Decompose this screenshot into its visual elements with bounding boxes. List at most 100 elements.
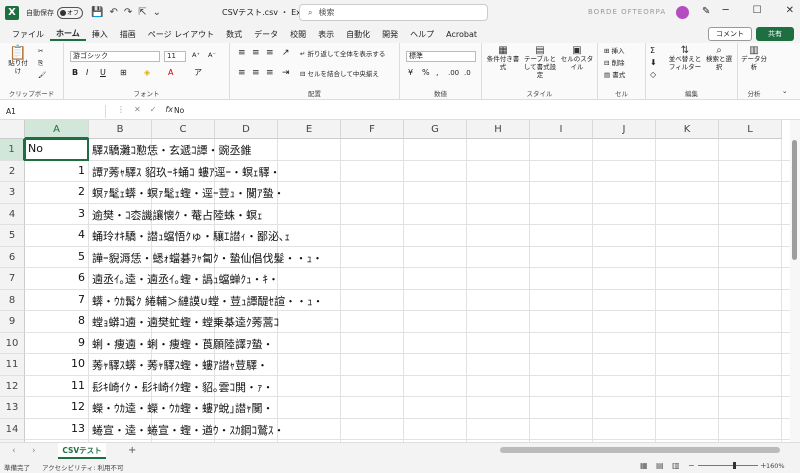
merge-center-button[interactable]: ⊟ セルを結合して中央揃え bbox=[300, 70, 379, 78]
row-header-13[interactable]: 13 bbox=[0, 397, 25, 419]
pen-icon[interactable]: ✎ bbox=[702, 6, 710, 17]
cell-no[interactable]: 1 bbox=[25, 164, 85, 177]
fill-icon[interactable]: ⬇ bbox=[650, 59, 657, 67]
cell-no[interactable]: 12 bbox=[25, 400, 85, 413]
column-header-h[interactable]: H bbox=[467, 120, 530, 139]
format-as-table-button[interactable]: ▤ テーブルとして書式設定 bbox=[522, 46, 558, 80]
column-header-c[interactable]: C bbox=[152, 120, 215, 139]
save-icon[interactable]: 💾 bbox=[91, 7, 103, 18]
row-header-7[interactable]: 7 bbox=[0, 268, 25, 290]
row-header-4[interactable]: 4 bbox=[0, 203, 25, 225]
minimize-button[interactable]: ─ bbox=[723, 5, 729, 16]
column-header-g[interactable]: G bbox=[404, 120, 467, 139]
page-layout-view-icon[interactable]: ▤ bbox=[656, 461, 664, 470]
row-header-8[interactable]: 8 bbox=[0, 289, 25, 311]
tab-8[interactable]: 表示 bbox=[312, 29, 340, 40]
column-header-e[interactable]: E bbox=[278, 120, 341, 139]
cell-no[interactable]: 4 bbox=[25, 228, 85, 241]
border-icon[interactable]: ⊞ bbox=[120, 69, 127, 77]
align-center-icon[interactable]: ≡ bbox=[252, 69, 260, 78]
cell-no[interactable]: 2 bbox=[25, 185, 85, 198]
underline-button[interactable]: U bbox=[100, 69, 106, 77]
close-button[interactable]: ✕ bbox=[786, 5, 794, 16]
row-header-5[interactable]: 5 bbox=[0, 225, 25, 247]
font-size-select[interactable]: 11 bbox=[164, 51, 186, 62]
vertical-scroll-thumb[interactable] bbox=[792, 140, 797, 260]
accounting-icon[interactable]: ¥ bbox=[408, 69, 413, 77]
bold-button[interactable]: B bbox=[72, 69, 78, 77]
sheet-tab[interactable]: CSVテスト bbox=[58, 443, 106, 459]
name-box[interactable]: A1 bbox=[4, 105, 106, 118]
page-break-view-icon[interactable]: ▥ bbox=[672, 461, 680, 470]
align-middle-icon[interactable]: ≡ bbox=[252, 49, 260, 58]
decrease-decimal-icon[interactable]: .0 bbox=[464, 69, 471, 77]
wrap-text-button[interactable]: ↵ 折り返して全体を表示する bbox=[300, 50, 385, 58]
zoom-level[interactable]: 160% bbox=[766, 462, 785, 470]
align-right-icon[interactable]: ≡ bbox=[266, 69, 274, 78]
column-header-i[interactable]: I bbox=[530, 120, 593, 139]
horizontal-scrollbar[interactable] bbox=[500, 447, 780, 453]
comma-icon[interactable]: , bbox=[436, 69, 439, 77]
tab-10[interactable]: 開発 bbox=[376, 29, 404, 40]
cell-styles-button[interactable]: ▣ セルのスタイル bbox=[560, 46, 594, 72]
cell-text[interactable]: 髟ｷ崎ｲｸ・髟ｷ崎ｲｸ蟶・貂｡雲ｺ閧・ｧ・ bbox=[92, 379, 274, 395]
decrease-font-icon[interactable]: A⁻ bbox=[208, 51, 216, 59]
tab-7[interactable]: 校閲 bbox=[284, 29, 312, 40]
row-header-11[interactable]: 11 bbox=[0, 354, 25, 376]
share-button[interactable]: 共有 bbox=[756, 27, 794, 41]
increase-decimal-icon[interactable]: .00 bbox=[448, 69, 459, 77]
orientation-icon[interactable]: ↗ bbox=[282, 49, 290, 58]
fill-color-icon[interactable]: ◈ bbox=[144, 69, 150, 77]
delete-cells-button[interactable]: ⊟ 削除 bbox=[604, 59, 625, 67]
conditional-format-button[interactable]: ▦ 条件付き書式 bbox=[486, 46, 520, 72]
cell-no[interactable]: 5 bbox=[25, 250, 85, 263]
redo-icon[interactable]: ↷ bbox=[124, 7, 132, 18]
add-sheet-button[interactable]: + bbox=[128, 445, 136, 456]
cell-no[interactable]: 11 bbox=[25, 379, 85, 392]
select-all-corner[interactable] bbox=[0, 120, 25, 139]
customize-icon[interactable]: ⌄ bbox=[153, 7, 161, 18]
maximize-button[interactable]: ☐ bbox=[753, 5, 762, 16]
cell-text[interactable]: 莠ｬ驛ｽ蠎・莠ｬ驛ｽ蟶・螻ｱ譛ｬ荳驛・ bbox=[92, 357, 268, 373]
row-header-6[interactable]: 6 bbox=[0, 246, 25, 268]
cell-text[interactable]: 蜷宣・逵・蜷宣・蟶・遒ｳ・ｽｶ鋼ｺ鷲ｽ・ bbox=[92, 422, 285, 438]
avatar[interactable] bbox=[676, 6, 689, 19]
tab-3[interactable]: 描画 bbox=[114, 29, 142, 40]
autosum-icon[interactable]: Σ bbox=[650, 47, 655, 55]
tab-4[interactable]: ページ レイアウト bbox=[142, 29, 220, 40]
column-header-f[interactable]: F bbox=[341, 120, 404, 139]
font-name-select[interactable]: 游ゴシック bbox=[70, 51, 160, 62]
cell-no[interactable]: 13 bbox=[25, 422, 85, 435]
collapse-ribbon-icon[interactable]: ⌄ bbox=[782, 87, 787, 95]
format-cells-button[interactable]: ▤ 書式 bbox=[604, 71, 625, 79]
column-header-a[interactable]: A bbox=[25, 120, 89, 139]
column-header-d[interactable]: D bbox=[215, 120, 278, 139]
cell-no[interactable]: 7 bbox=[25, 293, 85, 306]
tab-0[interactable]: ファイル bbox=[6, 29, 50, 40]
tab-6[interactable]: データ bbox=[248, 29, 284, 40]
cancel-icon[interactable]: ✕ bbox=[134, 105, 141, 114]
paste-button[interactable]: 📋 貼り付け bbox=[6, 46, 30, 75]
undo-icon[interactable]: ↶ bbox=[109, 7, 117, 18]
phonetic-icon[interactable]: ア bbox=[194, 69, 202, 77]
normal-view-icon[interactable]: ▦ bbox=[640, 461, 648, 470]
font-color-icon[interactable]: A bbox=[168, 69, 173, 77]
cell-text[interactable]: 譁ｰ貎溽恁・蟋ｫ蟷碁ｦｬ匐ｸ・蟄仙倡伐髮・・ｭ・ bbox=[92, 250, 323, 266]
zoom-slider[interactable] bbox=[698, 465, 758, 466]
tab-2[interactable]: 挿入 bbox=[86, 29, 114, 40]
copy-icon[interactable]: ⎘ bbox=[38, 59, 43, 67]
autosave-toggle[interactable]: オフ bbox=[57, 6, 83, 19]
align-left-icon[interactable]: ≡ bbox=[238, 69, 246, 78]
accessibility-status[interactable]: アクセシビリティ: 利用不可 bbox=[42, 462, 124, 472]
row-header-9[interactable]: 9 bbox=[0, 311, 25, 333]
tab-11[interactable]: ヘルプ bbox=[404, 29, 440, 40]
tab-1[interactable]: ホーム bbox=[50, 28, 86, 41]
format-painter-icon[interactable]: 🖌 bbox=[38, 71, 46, 79]
cell-text[interactable]: 逾樊・ｺ枩譏讓懐ｸ・菴占陸蛛・螟ｪ bbox=[92, 207, 263, 223]
formula-input[interactable]: No bbox=[174, 106, 184, 115]
number-format-select[interactable]: 標準 bbox=[406, 51, 476, 62]
select-icon[interactable]: ⇱ bbox=[138, 7, 146, 18]
column-header-b[interactable]: B bbox=[89, 120, 152, 139]
next-sheet-icon[interactable]: › bbox=[32, 446, 36, 456]
zoom-out-icon[interactable]: − bbox=[688, 461, 695, 470]
